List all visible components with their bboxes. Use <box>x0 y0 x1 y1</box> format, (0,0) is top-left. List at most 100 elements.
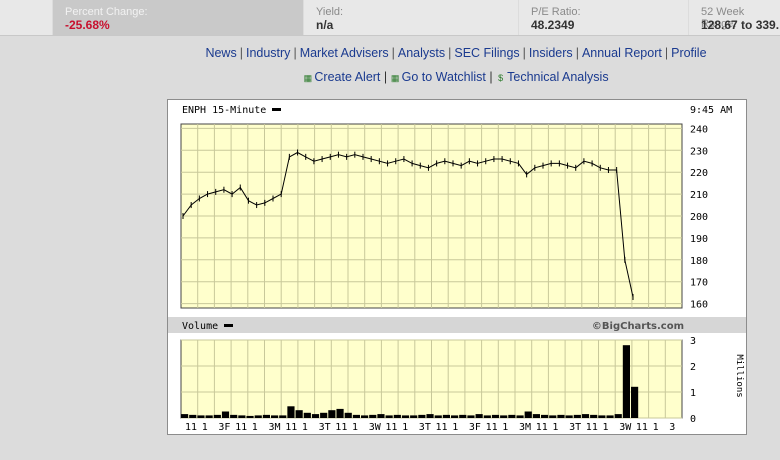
volume-bar <box>557 414 565 418</box>
volume-bar <box>598 415 606 418</box>
volume-bar <box>631 386 639 418</box>
link-news[interactable]: News <box>205 46 236 60</box>
x-tick-label: 1 <box>252 422 258 433</box>
volume-bar <box>541 414 549 418</box>
x-tick-label: 3 <box>669 422 675 433</box>
link-insiders[interactable]: Insiders <box>529 46 573 60</box>
price-y-tick-label: 200 <box>690 212 708 223</box>
link-analysts[interactable]: Analysts <box>398 46 445 60</box>
separator: | <box>293 46 297 60</box>
volume-bar <box>565 415 573 418</box>
volume-bar <box>221 411 230 418</box>
nav-links: News | Industry | Market Advisers | Analysts | S… <box>0 46 780 60</box>
x-tick-label: 11 <box>436 422 448 433</box>
link-annual-report[interactable]: Annual Report <box>582 46 662 60</box>
link-industry[interactable]: Industry <box>246 46 290 60</box>
price-y-tick-label: 230 <box>690 146 708 157</box>
separator: | <box>575 46 579 60</box>
stat-value: n/a <box>316 18 334 32</box>
chart-symbol-label: ENPH 15-Minute <box>182 105 266 116</box>
x-tick-label: 11 <box>385 422 397 433</box>
stat-label: P/E Ratio: <box>531 6 581 18</box>
volume-panel: 3 2 1 0 <box>180 336 696 425</box>
volume-bar <box>377 414 385 418</box>
volume-bar <box>401 415 410 418</box>
volume-bar <box>532 414 540 418</box>
x-tick-label: 3M <box>519 422 531 433</box>
x-tick-label: 3W <box>619 422 632 433</box>
x-tick-label: 1 <box>352 422 358 433</box>
volume-bar <box>311 414 320 418</box>
x-tick-label: 11 <box>285 422 297 433</box>
x-tick-label: 11 <box>185 422 197 433</box>
volume-bar <box>426 414 434 418</box>
volume-units-label: Millions <box>734 354 744 397</box>
separator: | <box>522 46 526 60</box>
price-chart[interactable]: ENPH 15-Minute 9:45 AM 240 230 220 210 200 19… <box>167 99 747 435</box>
volume-y-tick-label: 2 <box>690 362 696 373</box>
volume-bar <box>287 406 295 418</box>
volume-bar <box>491 414 500 418</box>
price-y-tick-label: 190 <box>690 234 708 245</box>
x-tick-label: 3F <box>218 422 230 433</box>
separator: | <box>391 46 395 60</box>
link-market-advisers[interactable]: Market Advisers <box>300 46 389 60</box>
volume-bar <box>189 414 197 418</box>
chart-svg: ENPH 15-Minute 9:45 AM 24023022021020019… <box>168 100 746 433</box>
x-tick-label: 3W <box>369 422 382 433</box>
x-axis: 11 1 3F 11 1 3M 11 1 3T 11 1 3W 11 1 3T 11 1 3F 11 1 3M 11 1 3T… <box>185 422 675 433</box>
calculator-icon: ▦ <box>303 73 313 83</box>
separator: | <box>380 70 391 84</box>
volume-bar <box>197 415 205 418</box>
stat-value: 48.2349 <box>531 18 575 32</box>
volume-bar <box>467 415 475 418</box>
volume-bar <box>205 415 213 418</box>
x-tick-label: 3F <box>469 422 481 433</box>
volume-bar <box>385 415 393 418</box>
volume-bar <box>622 345 630 418</box>
volume-bar <box>418 414 426 418</box>
link-technical-analysis[interactable]: Technical Analysis <box>507 70 608 84</box>
x-tick-label: 11 <box>586 422 598 433</box>
volume-bar <box>459 414 467 418</box>
volume-bar <box>549 415 557 418</box>
volume-bar <box>475 414 483 418</box>
link-sec-filings[interactable]: SEC Filings <box>454 46 519 60</box>
volume-bar <box>181 414 189 418</box>
stats-bar: Percent Change: -25.68% Yield: n/a P/E R… <box>0 0 780 36</box>
x-tick-label: 3T <box>419 422 431 433</box>
volume-bar <box>344 412 352 418</box>
stat-52-week-range: 52 Week Range: 128.67 to 339. <box>689 0 780 35</box>
volume-bar <box>369 414 377 418</box>
x-tick-label: 11 <box>335 422 347 433</box>
x-tick-label: 1 <box>402 422 408 433</box>
stat-value: -25.68% <box>65 18 110 32</box>
volume-bar <box>238 415 246 418</box>
volume-bar <box>352 414 360 418</box>
link-go-to-watchlist[interactable]: Go to Watchlist <box>402 70 486 84</box>
stat-yield: Yield: n/a <box>304 0 518 35</box>
price-panel: 240 230 220 210 200 190 180 170 160 <box>180 123 708 311</box>
x-tick-label: 1 <box>653 422 659 433</box>
volume-y-tick-label: 0 <box>690 414 696 425</box>
volume-bar <box>295 410 303 418</box>
x-tick-label: 3M <box>269 422 281 433</box>
volume-bar <box>320 412 328 418</box>
link-create-alert[interactable]: Create Alert <box>314 70 380 84</box>
volume-bar <box>271 415 279 418</box>
stat-cell-blank <box>0 0 52 35</box>
x-tick-label: 11 <box>536 422 548 433</box>
x-tick-label: 1 <box>202 422 208 433</box>
volume-bar <box>303 412 311 418</box>
volume-bar <box>573 414 581 418</box>
volume-bar <box>336 408 344 418</box>
stat-label: Percent Change: <box>65 6 148 18</box>
link-profile[interactable]: Profile <box>671 46 706 60</box>
price-y-tick-label: 220 <box>690 168 708 179</box>
volume-bar <box>524 411 532 418</box>
separator: | <box>448 46 452 60</box>
separator: | <box>239 46 243 60</box>
stat-pe-ratio: P/E Ratio: 48.2349 <box>519 0 688 35</box>
volume-bar <box>434 415 442 418</box>
bigcharts-brand: ©BigCharts.com <box>592 321 684 332</box>
